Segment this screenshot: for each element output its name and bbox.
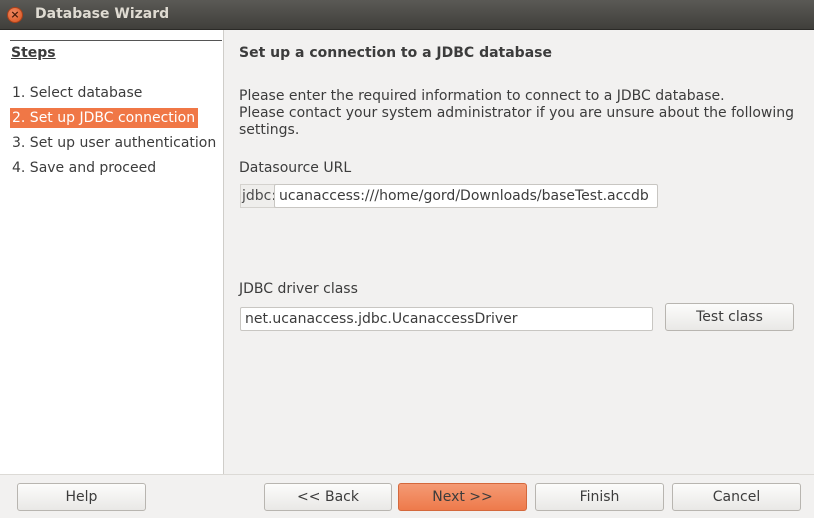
main-panel: Set up a connection to a JDBC database P… — [225, 30, 814, 474]
driver-class-label: JDBC driver class — [239, 281, 358, 297]
step-save-proceed[interactable]: 4. Save and proceed — [10, 158, 159, 178]
step-setup-jdbc[interactable]: 2. Set up JDBC connection — [10, 108, 199, 128]
help-button[interactable]: Help — [17, 483, 146, 511]
test-class-button[interactable]: Test class — [665, 303, 794, 331]
window-title: Database Wizard — [35, 6, 170, 22]
info-line-2: Please contact your system administrator… — [239, 105, 795, 138]
close-icon[interactable]: × — [7, 7, 23, 23]
step-select-database[interactable]: 1. Select database — [10, 83, 145, 103]
info-line-1: Please enter the required information to… — [239, 88, 725, 104]
footer-divider — [0, 474, 814, 475]
steps-sidebar: Steps 1. Select database 2. Set up JDBC … — [0, 30, 224, 474]
driver-class-input[interactable]: net.ucanaccess.jdbc.UcanaccessDriver — [240, 307, 653, 331]
page-title: Set up a connection to a JDBC database — [239, 45, 552, 61]
cancel-button[interactable]: Cancel — [672, 483, 801, 511]
finish-button[interactable]: Finish — [535, 483, 664, 511]
back-button[interactable]: << Back — [264, 483, 392, 511]
info-text: Please enter the required information to… — [239, 88, 799, 139]
next-button[interactable]: Next >> — [398, 483, 527, 511]
datasource-url-input[interactable]: ucanaccess:///home/gord/Downloads/baseTe… — [274, 184, 658, 208]
steps-heading: Steps — [11, 45, 56, 61]
datasource-url-label: Datasource URL — [239, 160, 352, 176]
title-bar: × Database Wizard — [0, 0, 814, 30]
step-user-authentication[interactable]: 3. Set up user authentication — [10, 133, 219, 153]
divider — [10, 40, 222, 41]
